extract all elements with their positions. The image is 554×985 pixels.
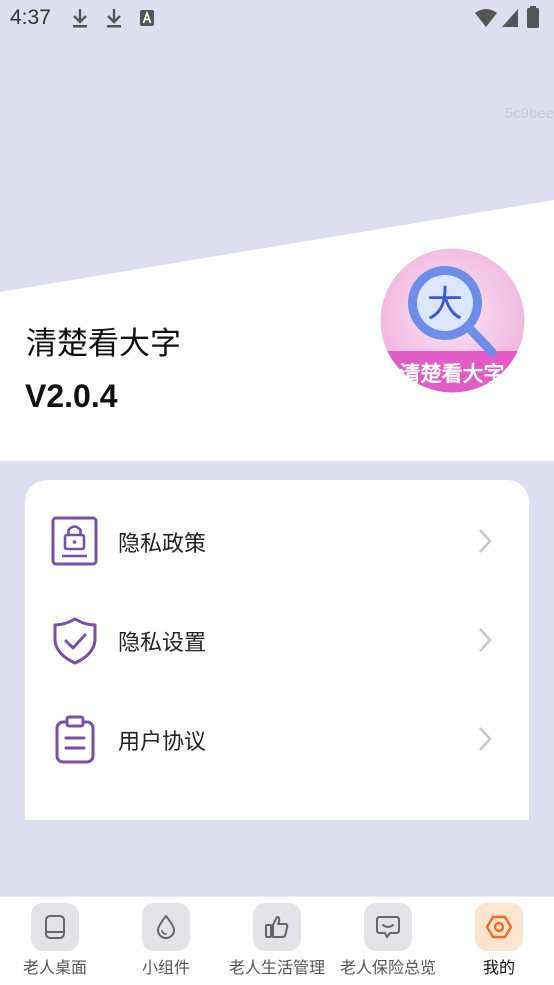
menu-item-label: 隐私政策	[118, 532, 207, 557]
privacy-policy-icon	[51, 516, 98, 566]
tab-widgets[interactable]: 小组件	[111, 897, 221, 985]
app-logo: 大 清楚看大字	[380, 248, 525, 393]
menu-item-user-agreement[interactable]: 用户协议	[25, 696, 529, 784]
tab-elder-insurance-overview[interactable]: 老人保险总览	[333, 897, 443, 985]
tab-label: 我的	[482, 958, 515, 977]
menu-item-privacy-policy[interactable]: 隐私政策	[25, 498, 529, 586]
menu-item-label: 用户协议	[118, 730, 207, 755]
tablet-icon	[45, 915, 65, 939]
chevron-right-icon	[479, 727, 492, 751]
menu-item-privacy-settings[interactable]: 隐私设置	[25, 597, 529, 685]
chat-smile-icon	[376, 916, 400, 938]
chevron-right-icon	[479, 529, 492, 553]
tab-icon-box	[364, 903, 412, 951]
tab-label: 老人桌面	[22, 958, 87, 977]
tab-icon-box	[475, 903, 523, 951]
tab-elder-desktop[interactable]: 老人桌面	[0, 897, 110, 985]
chevron-right-icon	[479, 628, 492, 652]
tab-label: 老人保险总览	[339, 958, 436, 977]
bottom-tab-bar: 老人桌面 小组件 老人生活管理 老人保险总览 我的	[0, 896, 554, 985]
shield-check-icon	[53, 617, 97, 665]
logo-text: 清楚看大字	[400, 362, 505, 386]
tab-icon-box	[253, 903, 301, 951]
menu-item-label: 隐私设置	[118, 631, 207, 656]
tab-icon-box	[142, 903, 190, 951]
tab-elder-life-management[interactable]: 老人生活管理	[222, 897, 332, 985]
tab-label: 小组件	[141, 958, 190, 977]
thumbs-up-icon	[265, 916, 289, 938]
app-version: V2.0.4	[25, 378, 118, 414]
tab-mine[interactable]: 我的	[444, 897, 554, 985]
app-name: 清楚看大字	[26, 326, 181, 362]
menu-card: 隐私政策 隐私设置 用户协议	[25, 480, 529, 820]
drop-icon	[157, 915, 175, 939]
clipboard-icon	[55, 715, 95, 764]
hexagon-icon	[486, 915, 512, 939]
tab-label: 老人生活管理	[228, 958, 325, 977]
logo-char: 大	[427, 284, 463, 325]
tab-icon-box	[31, 903, 79, 951]
